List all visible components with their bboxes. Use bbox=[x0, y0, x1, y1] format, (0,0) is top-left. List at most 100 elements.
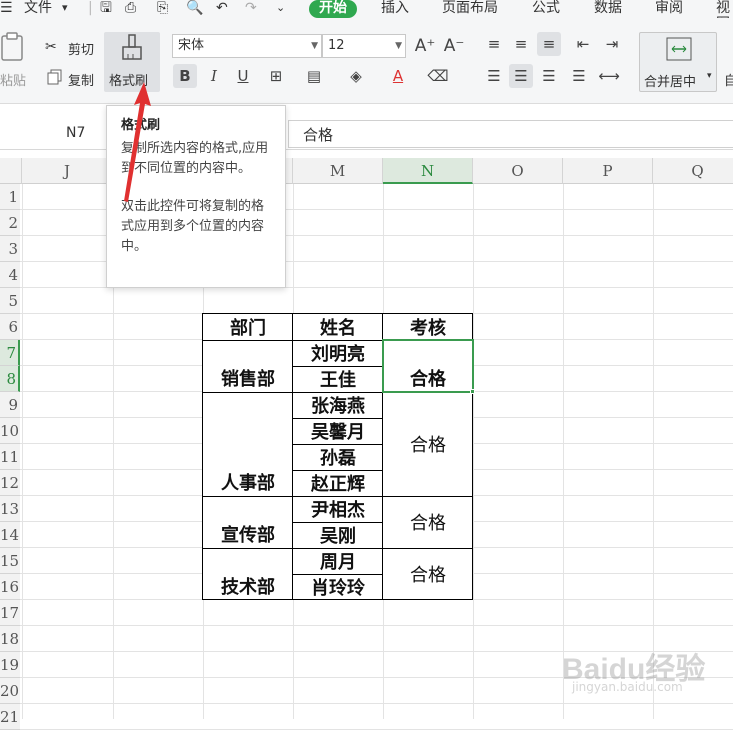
row-header[interactable]: 12 bbox=[0, 470, 20, 496]
font-color-icon[interactable]: A bbox=[386, 64, 410, 88]
dept-cell[interactable]: 技术部 bbox=[203, 548, 293, 600]
tab-formulas[interactable]: 公式 bbox=[532, 0, 560, 18]
name-cell[interactable]: 肖玲玲 bbox=[293, 574, 383, 600]
row-header[interactable]: 13 bbox=[0, 496, 20, 522]
check-cell[interactable]: 合格 bbox=[383, 548, 473, 600]
column-header[interactable]: Q bbox=[653, 158, 733, 184]
name-box[interactable]: N7 bbox=[66, 125, 85, 141]
undo-icon[interactable]: ↶ bbox=[216, 0, 228, 18]
hamburger-icon[interactable]: ☰ bbox=[0, 0, 13, 18]
fill-color-icon[interactable]: ◈ bbox=[344, 64, 368, 88]
align-left-icon[interactable]: ☰ bbox=[482, 64, 506, 88]
row-header[interactable]: 1 bbox=[0, 184, 20, 210]
table-border bbox=[293, 418, 383, 419]
dept-cell[interactable]: 销售部 bbox=[203, 340, 293, 392]
borders-icon[interactable]: ⊞ bbox=[264, 64, 288, 88]
paste-label[interactable]: 粘贴 bbox=[0, 70, 26, 89]
auto-wrap-label[interactable]: 自 bbox=[724, 70, 733, 89]
name-cell[interactable]: 刘明亮 bbox=[293, 340, 383, 366]
align-top-icon[interactable]: ≡ bbox=[482, 32, 506, 56]
name-cell[interactable]: 吴刚 bbox=[293, 522, 383, 548]
row-header[interactable]: 8 bbox=[0, 366, 20, 392]
row-header[interactable]: 9 bbox=[0, 392, 20, 418]
export-icon[interactable]: ⎙ bbox=[125, 0, 136, 18]
column-header[interactable]: J bbox=[22, 158, 113, 184]
print-icon[interactable]: ⎘ bbox=[157, 0, 168, 18]
row-header[interactable]: 2 bbox=[0, 210, 20, 236]
justify-icon[interactable]: ☰ bbox=[567, 64, 591, 88]
row-header[interactable]: 16 bbox=[0, 574, 20, 600]
chevron-down-icon[interactable]: ▾ bbox=[62, 0, 68, 18]
row-header[interactable]: 21 bbox=[0, 704, 20, 730]
align-bottom-icon[interactable]: ≡ bbox=[537, 32, 561, 56]
dept-cell[interactable]: 宣传部 bbox=[203, 496, 293, 548]
tab-review[interactable]: 审阅 bbox=[655, 0, 683, 18]
cut-button[interactable]: 剪切 bbox=[68, 39, 94, 58]
column-header[interactable]: O bbox=[473, 158, 563, 184]
check-cell[interactable]: 合格 bbox=[383, 496, 473, 548]
tab-view[interactable]: 视图 bbox=[716, 0, 733, 32]
fill-handle[interactable] bbox=[470, 389, 475, 394]
name-cell[interactable]: 周月 bbox=[293, 548, 383, 574]
column-header[interactable]: M bbox=[293, 158, 383, 184]
row-header[interactable]: 17 bbox=[0, 600, 20, 626]
name-cell[interactable]: 孙磊 bbox=[293, 444, 383, 470]
row-header[interactable]: 4 bbox=[0, 262, 20, 288]
header-check[interactable]: 考核 bbox=[383, 314, 473, 340]
tab-insert[interactable]: 插入 bbox=[381, 0, 409, 18]
quick-access-more-icon[interactable]: ⌄ bbox=[276, 0, 285, 18]
header-name[interactable]: 姓名 bbox=[293, 314, 383, 340]
decrease-indent-icon[interactable]: ⇤ bbox=[571, 32, 595, 56]
align-right-icon[interactable]: ☰ bbox=[537, 64, 561, 88]
formula-input[interactable]: 合格 bbox=[288, 120, 733, 148]
increase-indent-icon[interactable]: ⇥ bbox=[600, 32, 624, 56]
distributed-align-icon[interactable]: ⟷ bbox=[597, 64, 621, 88]
row-header[interactable]: 14 bbox=[0, 522, 20, 548]
check-cell[interactable]: 合格 bbox=[383, 392, 473, 496]
name-cell[interactable]: 王佳 bbox=[293, 366, 383, 392]
dept-cell[interactable]: 人事部 bbox=[203, 392, 293, 496]
select-all-corner[interactable] bbox=[0, 158, 22, 184]
save-icon[interactable]: 🖫 bbox=[100, 0, 112, 18]
tab-home[interactable]: 开始 bbox=[309, 0, 357, 18]
underline-button[interactable]: U bbox=[231, 64, 255, 88]
table-border bbox=[202, 548, 473, 549]
copy-button[interactable]: 复制 bbox=[68, 70, 94, 89]
italic-button[interactable]: I bbox=[202, 64, 226, 88]
name-cell[interactable]: 尹相杰 bbox=[293, 496, 383, 522]
align-middle-icon[interactable]: ≡ bbox=[509, 32, 533, 56]
column-header[interactable]: P bbox=[563, 158, 653, 184]
copy-icon[interactable] bbox=[47, 69, 63, 85]
row-header[interactable]: 15 bbox=[0, 548, 20, 574]
name-cell[interactable]: 张海燕 bbox=[293, 392, 383, 418]
row-header[interactable]: 6 bbox=[0, 314, 20, 340]
row-header[interactable]: 11 bbox=[0, 444, 20, 470]
row-header[interactable]: 18 bbox=[0, 626, 20, 652]
increase-font-icon[interactable]: A⁺ bbox=[413, 34, 437, 58]
header-dept[interactable]: 部门 bbox=[203, 314, 293, 340]
print-preview-icon[interactable]: 🔍 bbox=[186, 0, 203, 18]
paste-icon[interactable] bbox=[0, 32, 26, 62]
bold-button[interactable]: B bbox=[173, 64, 197, 88]
menu-file[interactable]: 文件 bbox=[24, 0, 52, 18]
row-header[interactable]: 10 bbox=[0, 418, 20, 444]
name-cell[interactable]: 赵正辉 bbox=[293, 470, 383, 496]
merge-center-button[interactable]: 合并居中 ▾ bbox=[639, 32, 717, 92]
row-header[interactable]: 7 bbox=[0, 340, 20, 366]
tab-page-layout[interactable]: 页面布局 bbox=[442, 0, 498, 18]
align-center-icon[interactable]: ☰ bbox=[509, 64, 533, 88]
column-header-selected[interactable]: N bbox=[383, 158, 473, 184]
row-header[interactable]: 19 bbox=[0, 652, 20, 678]
clear-format-icon[interactable]: ⌫ bbox=[426, 64, 450, 88]
name-cell[interactable]: 吴馨月 bbox=[293, 418, 383, 444]
tab-data[interactable]: 数据 bbox=[594, 0, 622, 18]
row-header[interactable]: 3 bbox=[0, 236, 20, 262]
row-header[interactable]: 20 bbox=[0, 678, 20, 704]
font-name-select[interactable]: 宋体 ▼ bbox=[172, 34, 322, 58]
decrease-font-icon[interactable]: A⁻ bbox=[442, 34, 466, 58]
font-size-select[interactable]: 12 ▼ bbox=[322, 34, 406, 58]
scissors-icon[interactable]: ✂ bbox=[45, 39, 57, 55]
row-header[interactable]: 5 bbox=[0, 288, 20, 314]
cell-format-icon[interactable]: ▤ bbox=[302, 64, 326, 88]
redo-icon[interactable]: ↷ bbox=[245, 0, 257, 18]
